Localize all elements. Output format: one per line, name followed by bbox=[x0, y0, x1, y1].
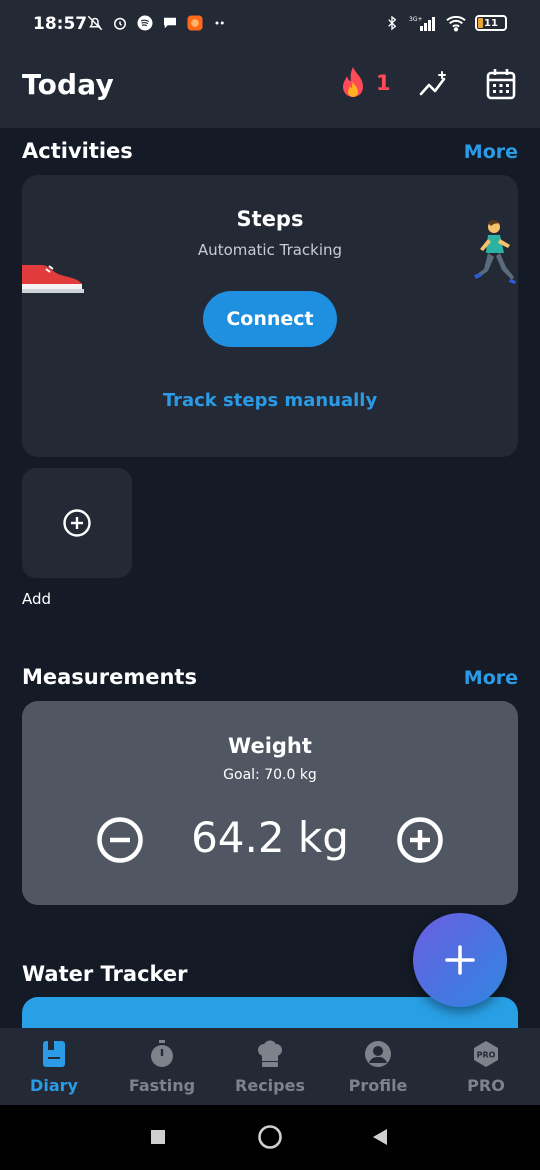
back-button[interactable] bbox=[366, 1123, 394, 1151]
home-button[interactable] bbox=[256, 1123, 284, 1151]
signal-icon: 3G+ bbox=[409, 14, 437, 32]
increase-weight-button[interactable] bbox=[395, 815, 445, 865]
streak-counter[interactable]: 1 bbox=[338, 66, 391, 100]
nav-profile-label: Profile bbox=[348, 1076, 408, 1095]
more-dots-icon bbox=[211, 14, 229, 32]
calendar-icon bbox=[486, 69, 516, 100]
plus-circle-icon bbox=[397, 817, 443, 863]
profile-icon bbox=[364, 1040, 392, 1068]
square-icon bbox=[151, 1130, 165, 1144]
nav-pro[interactable]: PRO PRO bbox=[432, 1028, 540, 1105]
recent-apps-button[interactable] bbox=[144, 1123, 172, 1151]
streak-count: 1 bbox=[376, 71, 391, 95]
app-notification-icon bbox=[186, 14, 204, 32]
nav-fasting-label: Fasting bbox=[128, 1076, 196, 1095]
pro-badge-icon: PRO bbox=[472, 1040, 500, 1068]
battery-icon: 11 bbox=[475, 15, 507, 31]
alarm-icon bbox=[111, 14, 129, 32]
nav-recipes-label: Recipes bbox=[235, 1076, 305, 1095]
shoe-illustration bbox=[22, 255, 86, 299]
spotify-icon bbox=[136, 14, 154, 32]
system-status-icons: 3G+ 11 bbox=[383, 14, 507, 32]
chat-bubble-icon bbox=[161, 14, 179, 32]
status-time: 18:57 bbox=[33, 14, 88, 34]
pro-badge-text: PRO bbox=[477, 1051, 496, 1060]
weight-goal: Goal: 70.0 kg bbox=[223, 767, 317, 783]
measurements-title: Measurements bbox=[22, 665, 197, 689]
app-header: Today 1 bbox=[0, 50, 540, 128]
network-type-label: 3G+ bbox=[409, 16, 423, 23]
page-title: Today bbox=[22, 68, 114, 101]
steps-title: Steps bbox=[236, 207, 304, 231]
bluetooth-icon bbox=[383, 14, 401, 32]
nav-pro-label: PRO bbox=[467, 1076, 505, 1095]
triangle-back-icon bbox=[373, 1129, 387, 1145]
status-bar: 18:57 3G+ 11 bbox=[0, 0, 540, 50]
nav-fasting[interactable]: Fasting bbox=[108, 1028, 216, 1105]
notification-icons bbox=[86, 14, 229, 32]
add-entry-fab[interactable] bbox=[413, 913, 507, 1007]
connect-button[interactable]: Connect bbox=[203, 291, 337, 347]
system-navigation-bar bbox=[0, 1105, 540, 1170]
nav-recipes[interactable]: Recipes bbox=[216, 1028, 324, 1105]
measurements-more-link[interactable]: More bbox=[464, 667, 518, 689]
flame-icon bbox=[343, 67, 363, 97]
chef-hat-icon bbox=[256, 1040, 284, 1068]
mute-bell-icon bbox=[86, 14, 104, 32]
activities-title: Activities bbox=[22, 139, 133, 163]
steps-subtitle: Automatic Tracking bbox=[197, 241, 343, 259]
weight-title: Weight bbox=[228, 734, 312, 758]
circle-icon bbox=[258, 1125, 282, 1149]
nav-diary[interactable]: Diary bbox=[0, 1028, 108, 1105]
activities-more-link[interactable]: More bbox=[464, 141, 518, 163]
plus-icon bbox=[445, 945, 475, 975]
stats-chart-icon bbox=[419, 71, 446, 96]
steps-card: Steps Automatic Tracking Connect Track s… bbox=[22, 175, 518, 457]
nav-diary-label: Diary bbox=[30, 1076, 78, 1095]
add-activity-label: Add bbox=[22, 590, 52, 608]
bottom-navigation: Diary Fasting Recipes Profile PRO PRO bbox=[0, 1028, 540, 1105]
stats-button[interactable] bbox=[418, 66, 452, 102]
wifi-icon bbox=[445, 14, 467, 32]
calendar-button[interactable] bbox=[484, 66, 518, 102]
plus-circle-icon bbox=[63, 509, 91, 537]
stopwatch-icon bbox=[148, 1040, 176, 1068]
diary-icon bbox=[40, 1040, 68, 1068]
nav-profile[interactable]: Profile bbox=[324, 1028, 432, 1105]
battery-level: 11 bbox=[484, 17, 498, 29]
water-tracker-title: Water Tracker bbox=[22, 962, 188, 986]
add-activity-button[interactable] bbox=[22, 468, 132, 578]
track-steps-manually-link[interactable]: Track steps manually bbox=[22, 390, 518, 411]
weight-card: Weight Goal: 70.0 kg 64.2 kg bbox=[22, 701, 518, 905]
